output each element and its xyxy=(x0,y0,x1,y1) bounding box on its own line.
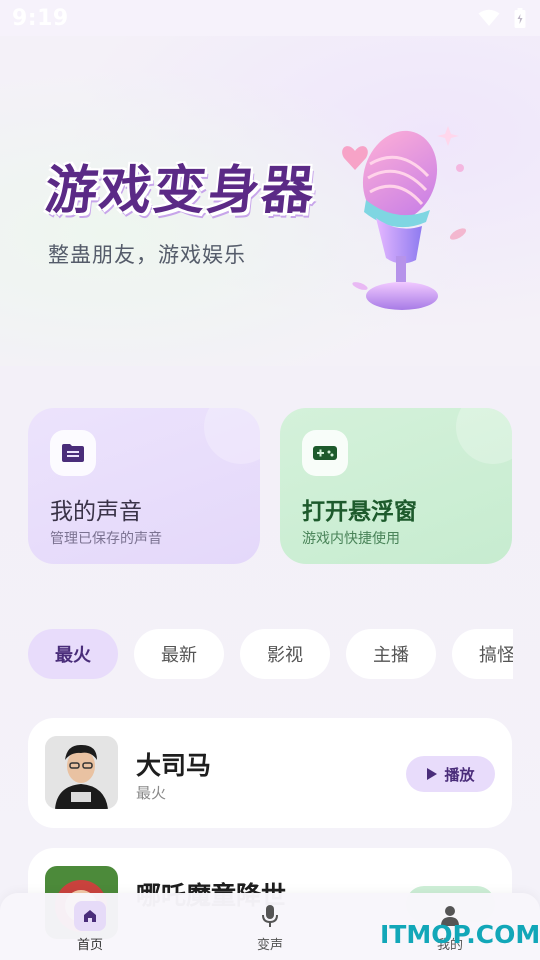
hero-banner: 游戏变身器 整蛊朋友，游戏娱乐 xyxy=(0,36,540,366)
card-decoration xyxy=(204,408,260,464)
watermark: ITMOP.COM xyxy=(380,920,540,949)
tab-film[interactable]: 影视 xyxy=(240,629,330,679)
microphone-icon xyxy=(254,901,286,931)
status-time: 9:19 xyxy=(12,5,69,31)
microphone-illustration xyxy=(342,126,467,310)
gamepad-icon xyxy=(302,430,348,476)
wifi-icon xyxy=(478,9,500,26)
my-voices-card[interactable]: 我的声音 管理已保存的声音 xyxy=(28,408,260,564)
nav-voice-changer[interactable]: 变声 xyxy=(230,901,310,957)
nav-home[interactable]: 首页 xyxy=(50,901,130,957)
tab-hottest[interactable]: 最火 xyxy=(28,629,118,679)
home-icon xyxy=(74,901,106,931)
floating-window-card[interactable]: 打开悬浮窗 游戏内快捷使用 xyxy=(280,408,512,564)
status-icons xyxy=(478,8,526,28)
tab-streamer[interactable]: 主播 xyxy=(346,629,436,679)
hero-title: 游戏变身器 xyxy=(42,161,319,221)
folder-icon xyxy=(50,430,96,476)
tab-newest[interactable]: 最新 xyxy=(134,629,224,679)
nav-label: 变声 xyxy=(256,938,283,953)
card-subtitle: 游戏内快捷使用 xyxy=(302,531,400,547)
card-subtitle: 管理已保存的声音 xyxy=(50,531,162,547)
card-title: 我的声音 xyxy=(50,499,142,525)
nav-label: 首页 xyxy=(76,938,103,953)
play-label: 播放 xyxy=(444,765,475,784)
play-button[interactable]: 播放 xyxy=(406,756,495,792)
card-decoration xyxy=(456,408,512,464)
card-title: 打开悬浮窗 xyxy=(302,499,417,525)
tab-funny[interactable]: 搞怪 xyxy=(452,629,513,679)
battery-icon xyxy=(514,8,526,28)
category-tabs: 最火 最新 影视 主播 搞怪 xyxy=(28,629,513,681)
list-item[interactable]: 大司马 最火 播放 xyxy=(28,718,512,828)
play-icon xyxy=(427,768,438,780)
avatar xyxy=(45,736,118,809)
status-bar: 9:19 xyxy=(0,0,540,36)
item-name: 大司马 xyxy=(136,751,212,780)
item-tag: 最火 xyxy=(136,784,167,802)
hero-subtitle: 整蛊朋友，游戏娱乐 xyxy=(48,243,246,267)
